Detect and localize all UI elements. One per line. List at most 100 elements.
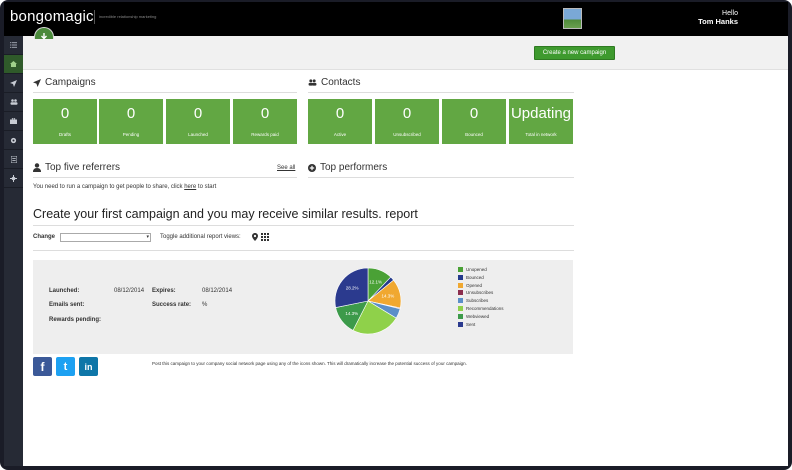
top-bar: bongomagic incredible relationship marke… <box>4 2 788 36</box>
tile-drafts[interactable]: 0 Drafts <box>33 99 97 144</box>
tile-label: Active <box>333 132 347 137</box>
see-all-link[interactable]: See all <box>277 165 295 171</box>
user-greeting: Hello Tom Hanks <box>698 10 738 26</box>
campaign-select[interactable]: ▾ <box>60 233 151 242</box>
performers-title: Top performers <box>320 162 388 173</box>
sidebar <box>4 36 23 466</box>
legend-label: Unopened <box>466 267 487 272</box>
legend-swatch <box>458 274 463 280</box>
legend-item-bounced[interactable]: Bounced <box>458 274 484 280</box>
tile-label: Total in network <box>525 132 557 137</box>
report-title-divider <box>33 225 574 226</box>
legend-swatch <box>458 267 463 272</box>
legend-item-sent[interactable]: Sent <box>458 321 476 327</box>
users-icon <box>10 99 17 105</box>
referrers-empty-message: You need to run a campaign to get people… <box>33 184 216 190</box>
success-rate-label: Success rate: <box>152 302 192 308</box>
legend-label: Webviewed <box>466 313 490 319</box>
tile-launched[interactable]: 0 Launched <box>166 99 230 144</box>
home-icon <box>10 61 17 67</box>
pie-slice-label: 14.3% <box>382 294 395 299</box>
sidebar-item-campaigns[interactable] <box>4 74 23 93</box>
tile-total-network[interactable]: Updating Total in network <box>509 99 573 144</box>
toggle-label: Toggle additional report views: <box>160 234 241 240</box>
tile-value: 0 <box>60 105 70 122</box>
launched-label: Launched: <box>49 288 80 294</box>
sidebar-item-reports[interactable] <box>4 150 23 169</box>
main-content: Create a new campaign Campaigns 0 Drafts… <box>23 36 788 466</box>
expires-row: Expires: <box>152 288 176 294</box>
expires-value: 08/12/2014 <box>202 288 233 294</box>
app-logo[interactable]: bongomagic <box>10 8 94 25</box>
launched-row: Launched: <box>49 288 79 294</box>
pie-slice-label: 12.1% <box>369 280 382 285</box>
sidebar-item-rewards[interactable] <box>4 112 23 131</box>
contacts-heading: Contacts <box>308 77 360 88</box>
sidebar-item-contacts[interactable] <box>4 93 23 112</box>
tile-label: Launched <box>188 132 208 137</box>
legend-item-webviewed[interactable]: Webviewed <box>458 313 490 319</box>
sidebar-item-integrations[interactable] <box>4 169 23 188</box>
report-title: Create your first campaign and you may r… <box>33 207 418 221</box>
campaigns-title: Campaigns <box>45 77 96 88</box>
user-icon <box>33 163 41 172</box>
tile-label: Drafts <box>58 132 71 137</box>
pie-slice-label: 14.3% <box>345 311 358 316</box>
referrers-heading: Top five referrers <box>33 162 120 173</box>
download-icon <box>41 33 47 40</box>
logo-divider <box>94 10 95 24</box>
avatar[interactable] <box>563 8 582 29</box>
legend-label: Sent <box>466 321 476 327</box>
facebook-share-button[interactable]: f <box>33 357 52 376</box>
legend-swatch <box>458 290 463 296</box>
report-panel: Launched: 08/12/2014 Expires: 08/12/2014… <box>33 260 573 354</box>
campaigns-heading: Campaigns <box>33 77 96 88</box>
legend-item-opened[interactable]: Opened <box>458 282 483 288</box>
tile-value: 0 <box>193 105 203 122</box>
legend-item-subscribes[interactable]: Subscribes <box>458 298 488 304</box>
send-icon <box>33 78 41 87</box>
sidebar-item-settings[interactable] <box>4 131 23 150</box>
users-icon <box>308 79 317 86</box>
tile-pending[interactable]: 0 Pending <box>99 99 163 144</box>
results-pie-chart[interactable]: 12.1% 14.3% 14.3% 28.2% <box>333 266 403 336</box>
report-controls-divider <box>33 250 574 251</box>
referrers-divider <box>33 177 297 178</box>
tile-value: 0 <box>469 105 479 122</box>
grid-icon[interactable] <box>261 233 269 241</box>
map-marker-icon[interactable] <box>252 233 258 241</box>
tile-value: 0 <box>402 105 412 122</box>
legend-item-unsubscribes[interactable]: Unsubscribes <box>458 290 493 296</box>
tile-unsubscribed[interactable]: 0 Unsubscribed <box>375 99 439 144</box>
report-icon <box>10 155 17 163</box>
app-frame: bongomagic incredible relationship marke… <box>0 0 792 470</box>
expires-label: Expires: <box>152 288 176 294</box>
linkedin-share-button[interactable]: in <box>79 357 98 376</box>
tile-bounced[interactable]: 0 Bounced <box>442 99 506 144</box>
legend-item-recommendations[interactable]: Recommendations <box>458 306 504 311</box>
referrers-message-prefix: You need to run a campaign to get people… <box>33 184 183 190</box>
gear-icon <box>10 137 17 143</box>
create-campaign-button[interactable]: Create a new campaign <box>534 46 615 60</box>
tile-active[interactable]: 0 Active <box>308 99 372 144</box>
legend-item-unopened[interactable]: Unopened <box>458 267 487 272</box>
referrers-message-suffix: to start <box>197 184 217 190</box>
list-icon <box>10 42 17 48</box>
campaigns-divider <box>33 92 297 93</box>
twitter-share-button[interactable]: t <box>56 357 75 376</box>
tile-label: Unsubscribed <box>393 132 421 137</box>
puzzle-icon <box>10 174 17 182</box>
social-share-description: Post this campaign to your company socia… <box>152 361 467 366</box>
start-campaign-link[interactable]: here <box>184 184 196 190</box>
sidebar-item-list[interactable] <box>4 36 23 55</box>
user-name[interactable]: Tom Hanks <box>698 18 738 26</box>
chevron-down-icon: ▾ <box>146 234 149 240</box>
legend-swatch <box>458 306 463 311</box>
sidebar-item-home[interactable] <box>4 55 23 74</box>
tile-label: Rewards paid <box>251 132 279 137</box>
performers-heading: Top performers <box>308 162 387 173</box>
legend-label: Opened <box>466 282 483 288</box>
app-tagline: incredible relationship marketing <box>99 14 157 19</box>
tile-rewards-paid[interactable]: 0 Rewards paid <box>233 99 297 144</box>
briefcase-icon <box>10 118 17 124</box>
